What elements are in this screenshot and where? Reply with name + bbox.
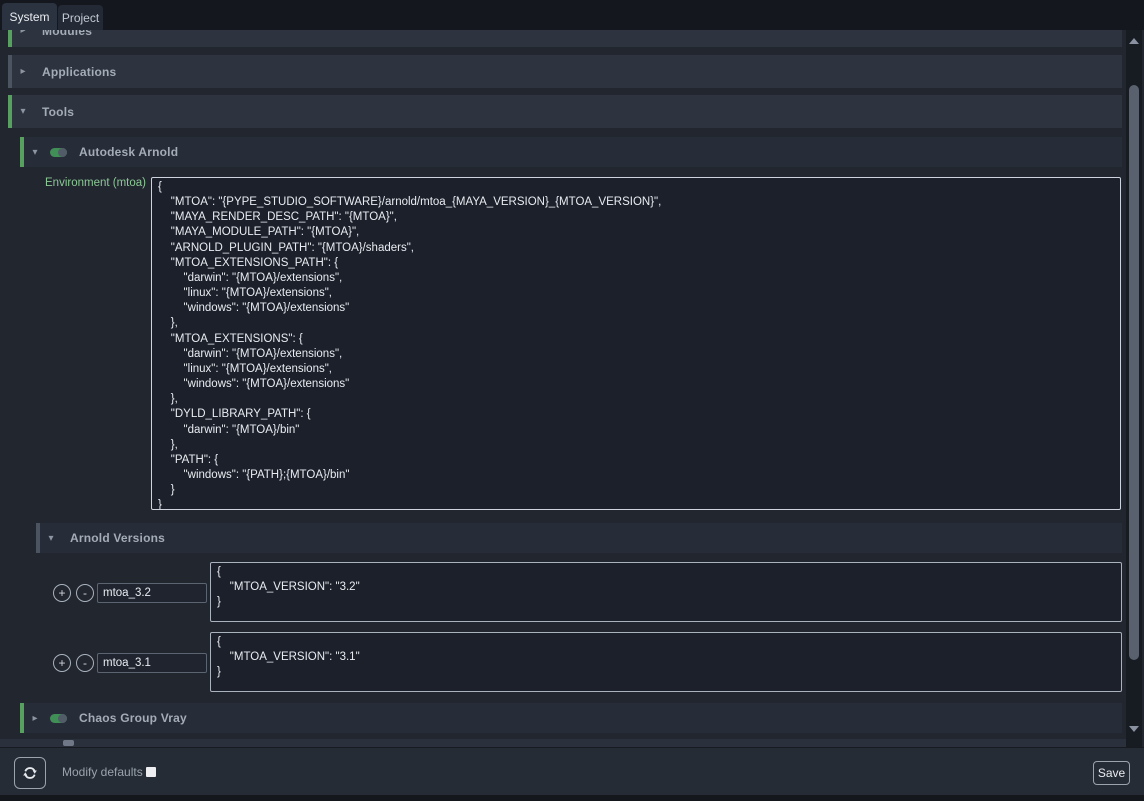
vray-enabled-toggle[interactable] [50, 714, 67, 723]
environment-mtoa-label: Environment (mtoa) [20, 177, 146, 189]
vertical-scrollbar-thumb[interactable] [1129, 85, 1139, 660]
remove-version-button[interactable]: - [76, 654, 94, 672]
tab-project[interactable]: Project [58, 5, 103, 30]
section-title-tools: Tools [42, 105, 74, 119]
scroll-down-arrow-icon[interactable] [1129, 726, 1139, 732]
version-value-textarea[interactable]: { "MTOA_VERSION": "3.2" } [210, 562, 1122, 622]
tab-system[interactable]: System [2, 3, 57, 30]
section-title-applications: Applications [42, 65, 116, 79]
section-header-modules[interactable]: ▸ Modules [8, 30, 1122, 47]
vertical-scrollbar[interactable] [1126, 30, 1142, 747]
toggle-knob [58, 148, 67, 157]
settings-window: System Project ▸ Modules ▸ Applications … [0, 0, 1144, 801]
chevron-right-icon: ▸ [28, 713, 42, 724]
group-header-arnold-versions[interactable]: ▾ Arnold Versions [36, 523, 1122, 553]
horizontal-scrollbar[interactable] [0, 739, 1126, 747]
chevron-down-icon: ▾ [44, 533, 58, 544]
remove-version-button[interactable]: - [76, 584, 94, 602]
footer-bar: Modify defaults Save [0, 747, 1144, 795]
settings-scroll-area: ▸ Modules ▸ Applications ▾ Tools ▾ Autod… [0, 30, 1144, 747]
group-header-autodesk-arnold[interactable]: ▾ Autodesk Arnold [20, 137, 1122, 167]
chevron-down-icon: ▾ [16, 106, 30, 117]
chevron-right-icon: ▸ [16, 66, 30, 77]
save-button[interactable]: Save [1093, 761, 1130, 785]
add-version-button[interactable]: + [53, 654, 71, 672]
group-title-arnold-versions: Arnold Versions [70, 531, 165, 545]
chevron-right-icon: ▸ [16, 30, 30, 36]
group-header-chaos-group-vray[interactable]: ▸ Chaos Group Vray [20, 703, 1122, 733]
environment-mtoa-textarea[interactable]: { "MTOA": "{PYPE_STUDIO_SOFTWARE}/arnold… [151, 177, 1121, 510]
toggle-knob [58, 714, 67, 723]
version-name-input[interactable] [97, 653, 207, 673]
scroll-up-arrow-icon[interactable] [1129, 38, 1139, 44]
section-header-tools[interactable]: ▾ Tools [8, 95, 1122, 128]
group-title-autodesk-arnold: Autodesk Arnold [79, 145, 178, 159]
add-version-button[interactable]: + [53, 584, 71, 602]
modify-defaults-checkbox[interactable] [146, 767, 156, 777]
tab-bar: System Project [0, 0, 1144, 30]
version-name-input[interactable] [97, 583, 207, 603]
chevron-down-icon: ▾ [28, 147, 42, 158]
modify-defaults-label: Modify defaults [62, 748, 143, 796]
version-value-textarea[interactable]: { "MTOA_VERSION": "3.1" } [210, 632, 1122, 692]
window-bottom-edge [0, 795, 1144, 801]
refresh-icon [21, 764, 39, 782]
section-header-applications[interactable]: ▸ Applications [8, 55, 1122, 88]
group-title-chaos-group-vray: Chaos Group Vray [79, 711, 187, 725]
refresh-button[interactable] [14, 757, 46, 789]
horizontal-scrollbar-thumb[interactable] [63, 740, 74, 746]
section-title-modules: Modules [42, 30, 92, 38]
arnold-enabled-toggle[interactable] [50, 148, 67, 157]
